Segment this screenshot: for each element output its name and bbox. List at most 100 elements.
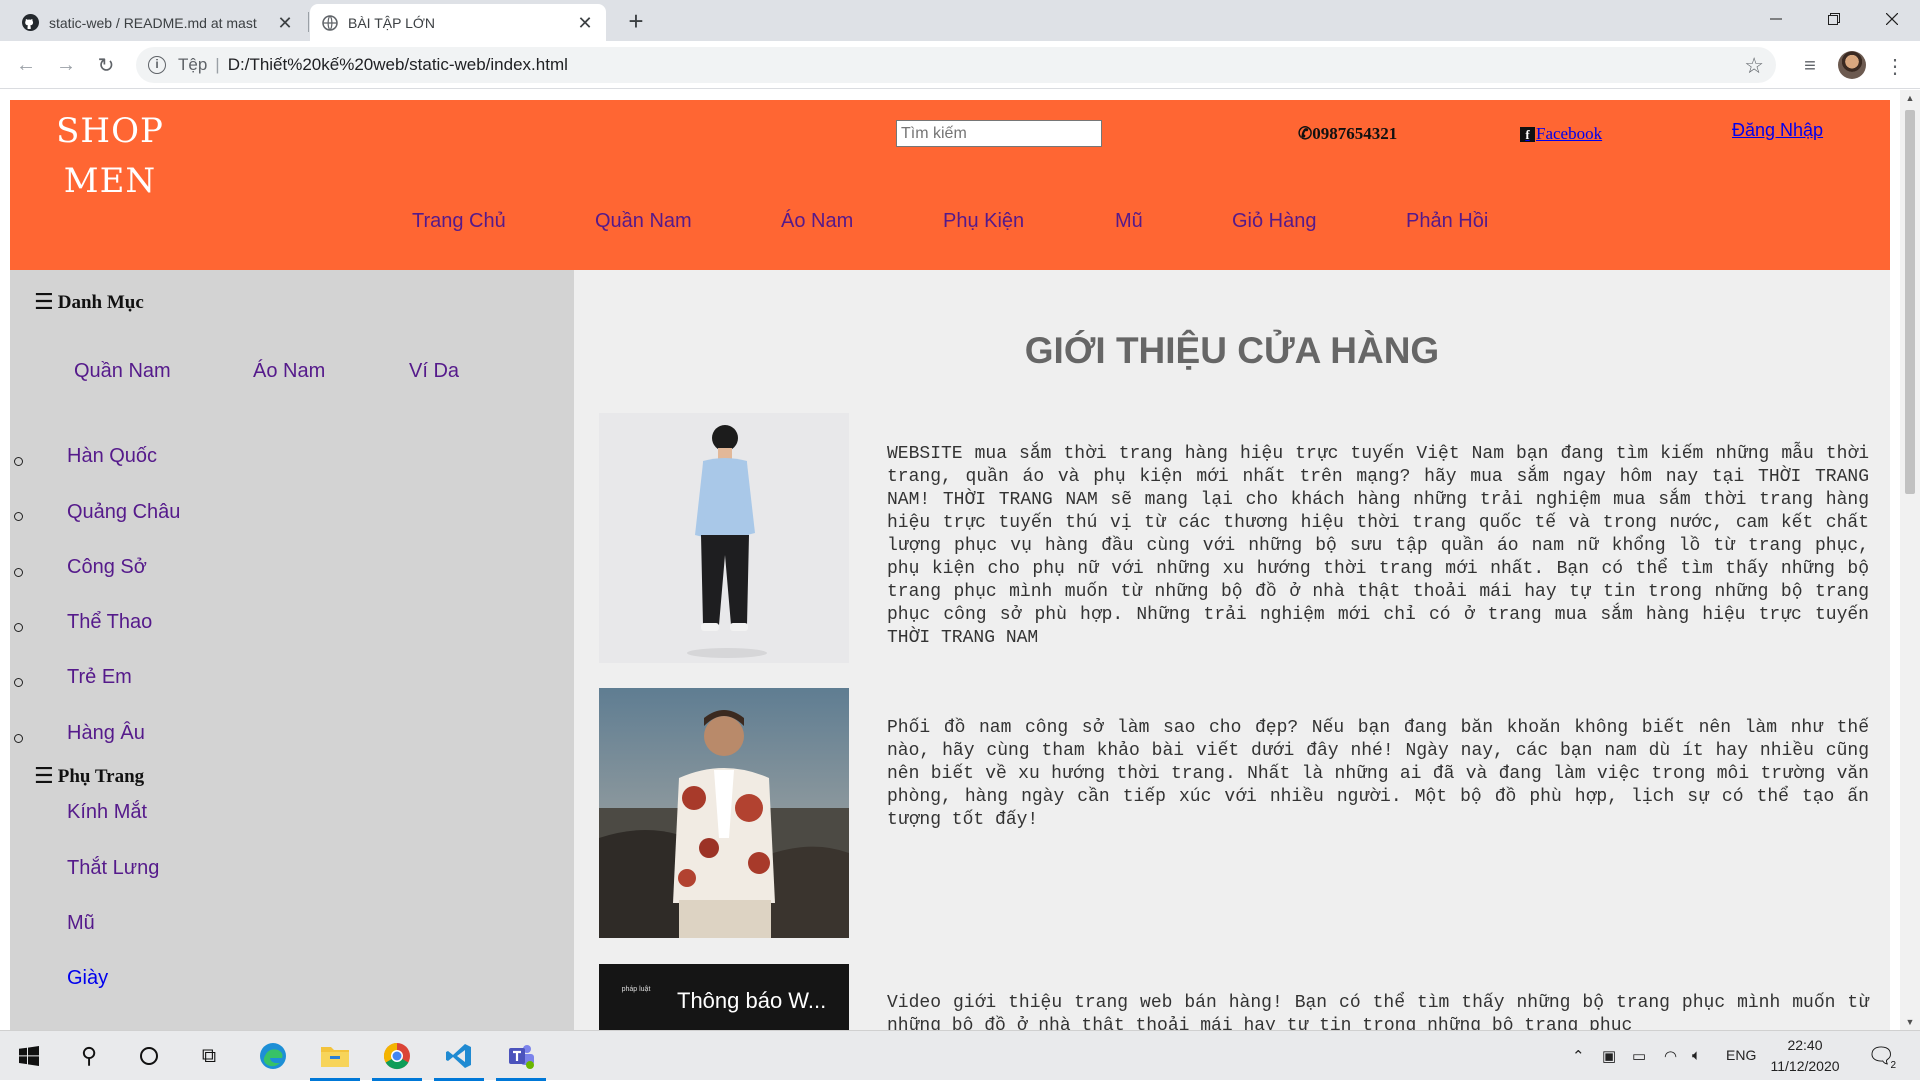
accessory-heading-text: Phụ Trang xyxy=(57,765,145,787)
menu-kebab-icon[interactable]: ⋮ xyxy=(1882,53,1908,79)
info-icon[interactable]: i xyxy=(148,56,166,74)
category-item-hang-au[interactable]: Hàng Âu xyxy=(67,722,145,745)
forward-button[interactable]: → xyxy=(52,51,80,79)
video-title: Thông báo W... xyxy=(677,988,827,1013)
article-text: Phối đồ nam công sở làm sao cho đẹp? Nếu… xyxy=(887,718,1869,830)
folder-icon xyxy=(321,1047,349,1067)
notification-count: 2 xyxy=(1890,1060,1896,1071)
chrome-button[interactable] xyxy=(368,1031,426,1081)
accessory-item-kinh-mat[interactable]: Kính Mắt xyxy=(67,801,147,824)
video-channel-logo: pháp luật xyxy=(621,986,651,993)
restore-button[interactable] xyxy=(1806,0,1862,38)
facebook-text: Facebook xyxy=(1536,124,1603,143)
accessory-item-mu[interactable]: Mũ xyxy=(67,912,95,935)
tab-bai-tap-lon[interactable]: BÀI TẬP LỚN ✕ xyxy=(310,4,606,41)
chrome-icon xyxy=(383,1042,410,1070)
phone-text: 0987654321 xyxy=(1312,124,1398,143)
nav-phan-hoi[interactable]: Phản Hồi xyxy=(1406,210,1488,233)
nav-quan-nam[interactable]: Quần Nam xyxy=(595,210,692,233)
arrow-right-icon: → xyxy=(56,53,76,76)
page-scrollbar[interactable]: ▲ ▼ xyxy=(1900,90,1920,1030)
phone-icon: ✆ xyxy=(1298,124,1313,143)
github-icon xyxy=(22,14,39,31)
nav-ao-nam[interactable]: Áo Nam xyxy=(781,210,853,233)
volume-icon[interactable]: 🔈︎ xyxy=(1692,1047,1701,1064)
accessory-item-giay[interactable]: Giày xyxy=(67,967,108,990)
category-tab-ao-nam[interactable]: Áo Nam xyxy=(253,360,325,383)
close-window-button[interactable] xyxy=(1864,0,1920,38)
article-text: Video giới thiệu trang web bán hàng! Bạn… xyxy=(887,993,1869,1030)
app-tray-icon[interactable]: ▣ xyxy=(1602,1047,1616,1065)
avatar[interactable] xyxy=(1838,51,1866,79)
show-hidden-icons-icon[interactable]: ⌃ xyxy=(1572,1047,1585,1065)
list-bullet xyxy=(14,623,23,632)
video-thumbnail[interactable]: pháp luật Thông báo W... xyxy=(599,964,849,1030)
page-viewport: SHOP MEN ✆0987654321 fFacebook Đăng Nhập… xyxy=(0,90,1900,1030)
task-view-button[interactable]: ⧉ xyxy=(180,1031,238,1081)
search-icon: ⚲ xyxy=(80,1043,98,1068)
phone-number: ✆0987654321 xyxy=(1298,124,1397,144)
address-separator: | xyxy=(215,55,220,74)
login-link[interactable]: Đăng Nhập xyxy=(1732,120,1823,141)
back-button[interactable]: ← xyxy=(12,51,40,79)
logo-line-1: SHOP xyxy=(56,111,164,151)
vscode-icon xyxy=(446,1044,471,1068)
product-image-light-blue-shirt[interactable] xyxy=(599,413,849,663)
search-button[interactable]: ⚲ xyxy=(60,1031,118,1081)
list-bullet xyxy=(14,457,23,466)
nav-mu[interactable]: Mũ xyxy=(1115,210,1143,233)
file-explorer-button[interactable] xyxy=(306,1031,364,1081)
battery-icon[interactable]: ▭ xyxy=(1632,1047,1646,1065)
reading-list-icon[interactable]: ≡ xyxy=(1797,53,1823,79)
page-title: GIỚI THIỆU CỬA HÀNG xyxy=(1024,330,1440,371)
clock-date: 11/12/2020 xyxy=(1770,1058,1840,1074)
language-indicator[interactable]: ENG xyxy=(1726,1047,1756,1063)
address-bar[interactable]: i Tệp | D:/Thiết%20kế%20web/static-web/i… xyxy=(136,47,1776,83)
tab-title: BÀI TẬP LỚN xyxy=(348,14,435,31)
star-icon[interactable]: ☆ xyxy=(1744,53,1764,79)
clock[interactable]: 22:40 11/12/2020 xyxy=(1768,1035,1842,1077)
teams-button[interactable] xyxy=(492,1031,550,1081)
notification-center-button[interactable]: 🗨︎ 2 xyxy=(1856,1031,1906,1081)
category-tab-quan-nam[interactable]: Quần Nam xyxy=(74,360,171,383)
windows-taskbar: ⚲ ⧉ ⌃ ▣ ▭ ◠ 🔈︎ ENG 22:40 11/12/2020 🗨︎ 2 xyxy=(0,1030,1920,1081)
search-input[interactable] xyxy=(896,120,1102,147)
edge-button[interactable] xyxy=(244,1031,302,1081)
nav-trang-chu[interactable]: Trang Chủ xyxy=(412,210,506,233)
facebook-icon: f xyxy=(1520,126,1535,142)
minimize-icon xyxy=(1770,18,1782,20)
category-tab-vi-da[interactable]: Ví Da xyxy=(409,360,459,383)
scroll-down-icon[interactable]: ▼ xyxy=(1900,1014,1920,1030)
category-item-cong-so[interactable]: Công Sở xyxy=(67,556,147,579)
scrollbar-thumb[interactable] xyxy=(1905,110,1915,494)
address-url: D:/Thiết%20kế%20web/static-web/index.htm… xyxy=(227,55,568,74)
minimize-button[interactable] xyxy=(1748,0,1804,38)
category-item-han-quoc[interactable]: Hàn Quốc xyxy=(67,445,157,468)
vscode-button[interactable] xyxy=(430,1031,488,1081)
tab-github-readme[interactable]: static-web / README.md at mast ✕ xyxy=(10,4,306,41)
start-button[interactable] xyxy=(0,1031,58,1081)
product-image-floral-shirt[interactable] xyxy=(599,688,849,938)
nav-phu-kien[interactable]: Phụ Kiện xyxy=(943,210,1024,233)
cortana-icon xyxy=(140,1047,158,1065)
site-logo[interactable]: SHOP MEN xyxy=(40,106,180,206)
reload-button[interactable]: ↻ xyxy=(92,51,120,79)
article-text: WEBSITE mua sắm thời trang hàng hiệu trự… xyxy=(887,444,1869,648)
facebook-link[interactable]: f Facebook xyxy=(1520,124,1602,144)
scroll-up-icon[interactable]: ▲ xyxy=(1900,90,1920,106)
site-header: SHOP MEN ✆0987654321 fFacebook Đăng Nhập… xyxy=(10,100,1890,270)
wifi-icon[interactable]: ◠ xyxy=(1664,1047,1677,1065)
close-tab-icon[interactable]: ✕ xyxy=(576,14,594,32)
category-item-quang-chau[interactable]: Quảng Châu xyxy=(67,501,180,524)
new-tab-button[interactable]: + xyxy=(622,8,650,36)
browser-tabstrip: static-web / README.md at mast ✕ BÀI TẬP… xyxy=(0,0,1920,41)
tab-title: static-web / README.md at mast xyxy=(49,14,257,31)
category-item-tre-em[interactable]: Trẻ Em xyxy=(67,666,132,689)
accessory-item-that-lung[interactable]: Thắt Lưng xyxy=(67,857,159,880)
nav-gio-hang[interactable]: Giỏ Hàng xyxy=(1232,210,1317,233)
task-view-icon: ⧉ xyxy=(201,1044,217,1067)
category-item-the-thao[interactable]: Thể Thao xyxy=(67,611,152,634)
cortana-button[interactable] xyxy=(120,1031,178,1081)
close-tab-icon[interactable]: ✕ xyxy=(276,14,294,32)
category-heading: ☰ Danh Mục xyxy=(34,290,144,315)
